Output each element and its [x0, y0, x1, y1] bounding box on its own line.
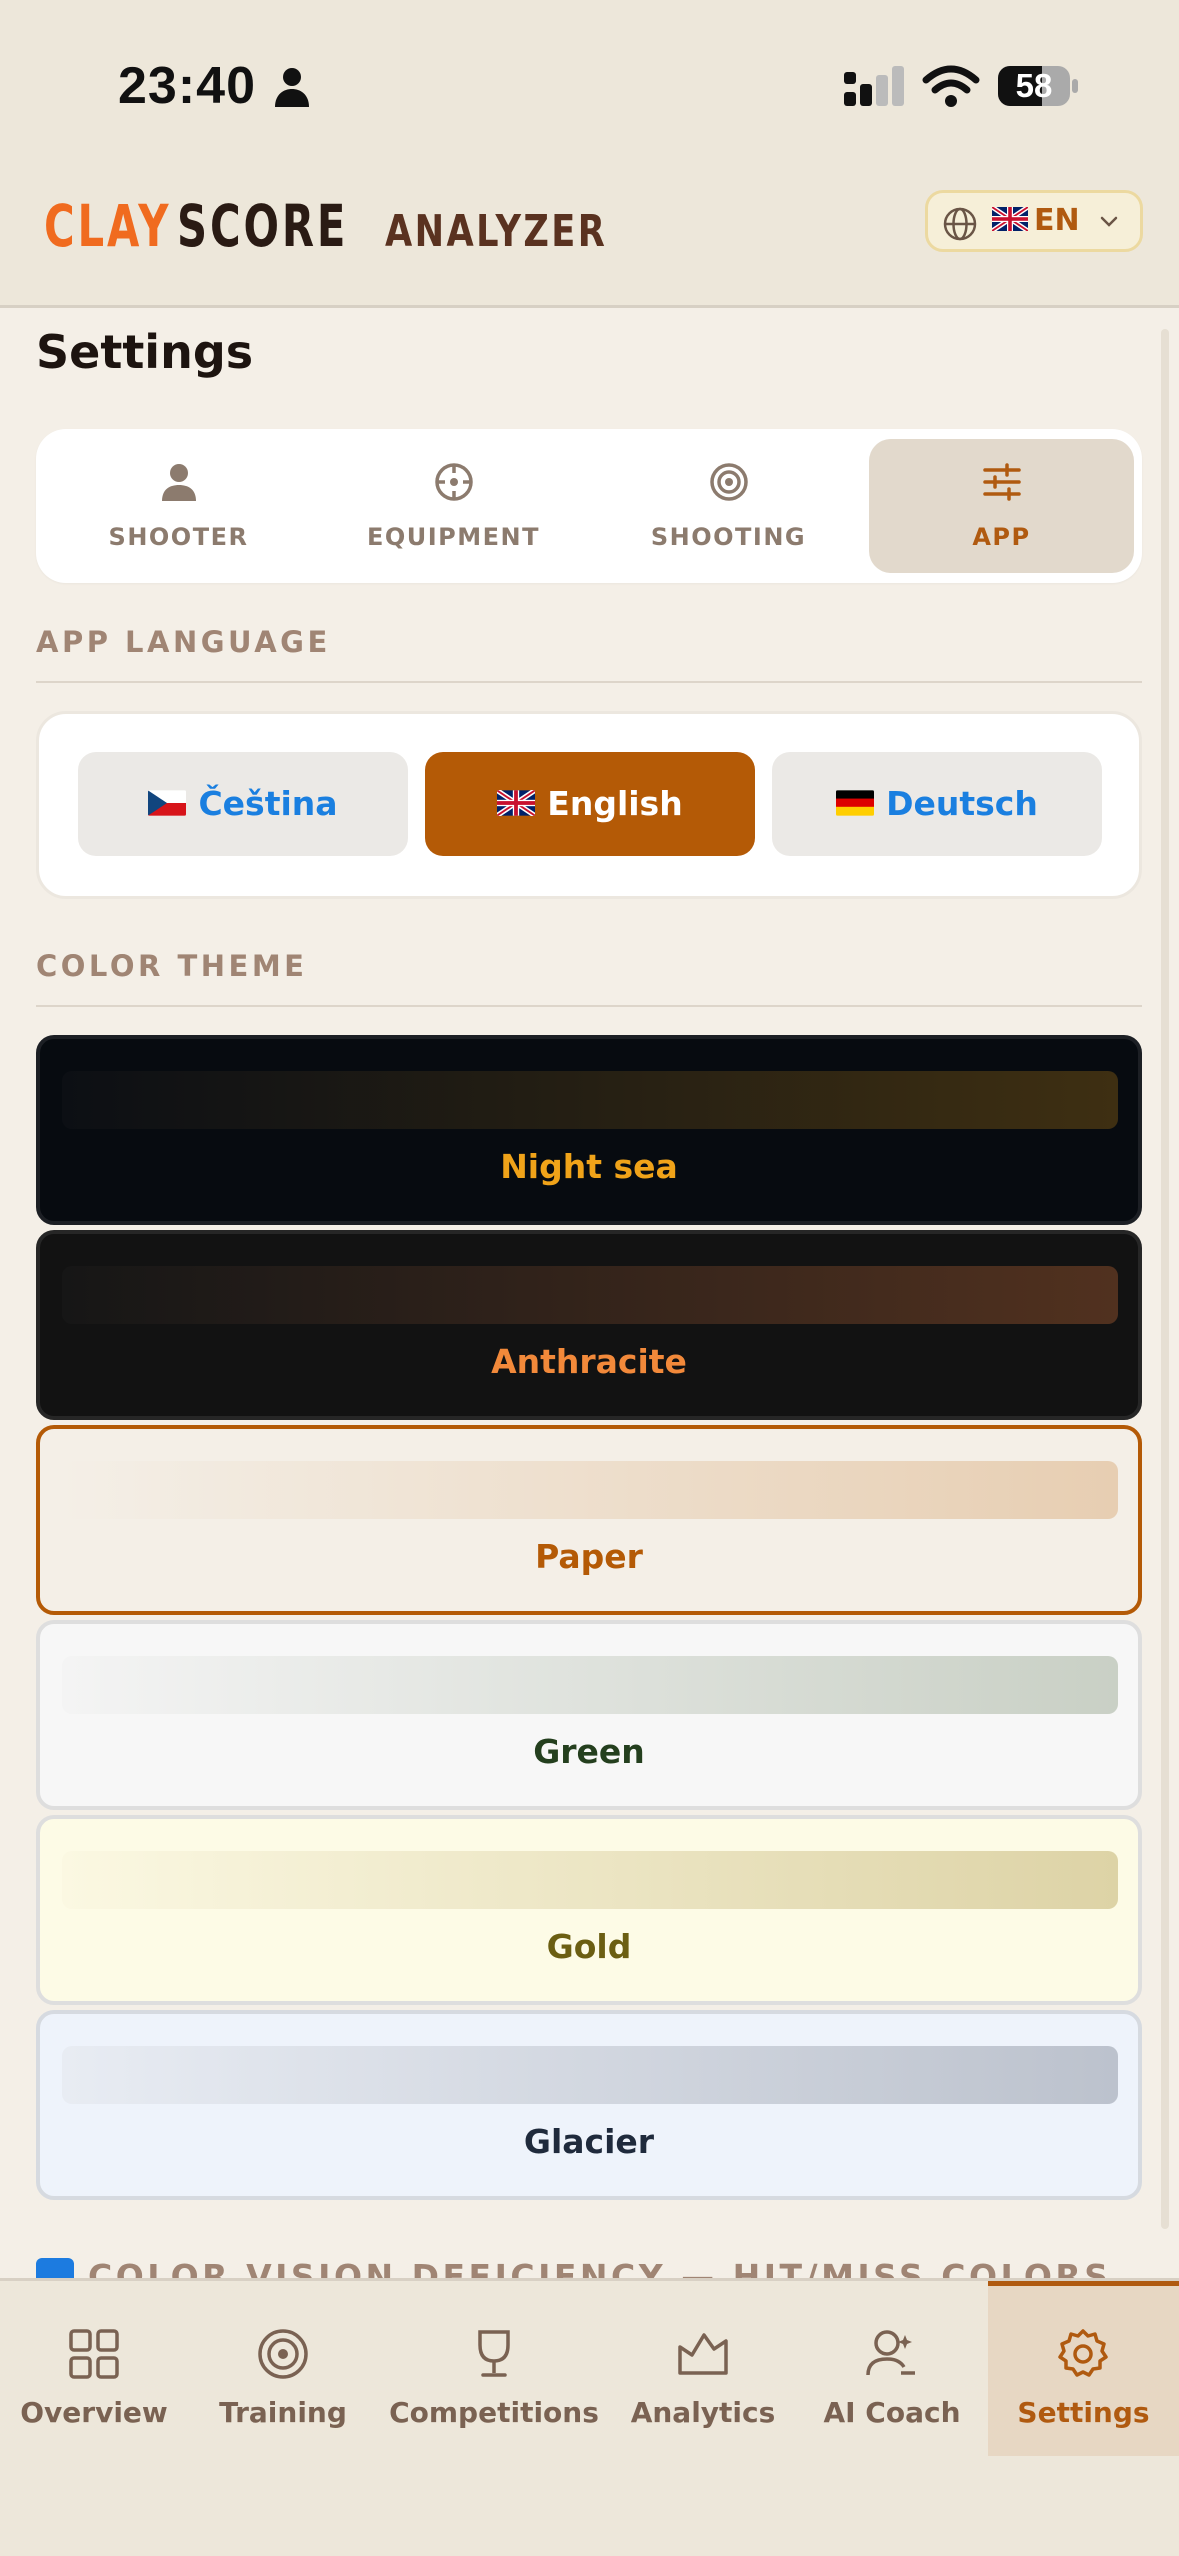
logo-clay: CLAY — [44, 192, 172, 260]
cellular-signal-icon — [844, 66, 904, 106]
app-language-heading: APP LANGUAGE — [36, 625, 1142, 683]
tab-label: APP — [972, 523, 1031, 551]
app-logo: CLAYSCORE ANALYZER — [44, 186, 663, 266]
target-icon — [710, 463, 748, 501]
app-header: CLAYSCORE ANALYZER EN — [0, 160, 1179, 308]
status-time: 23:40 — [118, 57, 256, 115]
nav-overview[interactable]: Overview — [0, 2281, 188, 2456]
theme-swatch — [62, 2046, 1118, 2104]
page-title: Settings — [36, 325, 254, 379]
tab-app[interactable]: APP — [869, 439, 1134, 573]
uk-flag-icon — [990, 204, 1030, 233]
theme-option-green[interactable]: Green — [36, 1620, 1142, 1810]
nav-label: Settings — [1017, 2396, 1150, 2429]
logo-score: SCORE — [176, 192, 349, 260]
nav-label: AI Coach — [823, 2396, 961, 2429]
theme-swatch — [62, 1656, 1118, 1714]
language-option-label: Deutsch — [886, 784, 1038, 823]
person-icon — [275, 68, 309, 107]
color-vision-heading-text: COLOR VISION DEFICIENCY — HIT/MISS COLOR… — [88, 2257, 1112, 2278]
nav-settings[interactable]: Settings — [988, 2281, 1179, 2456]
language-option-czech[interactable]: Čeština — [78, 752, 408, 856]
nav-label: Training — [219, 2396, 347, 2429]
app-root: 23:40 58 CLAYSCORE ANALYZER EN Settings … — [0, 0, 1179, 2556]
crosshair-icon — [435, 463, 473, 501]
language-option-label: English — [547, 784, 683, 823]
theme-swatch — [62, 1461, 1118, 1519]
scrollbar[interactable] — [1161, 329, 1169, 2229]
theme-option-gold[interactable]: Gold — [36, 1815, 1142, 2005]
language-option-german[interactable]: Deutsch — [772, 752, 1102, 856]
chart-icon — [678, 2333, 728, 2375]
language-picker-label: EN — [990, 193, 1080, 249]
tab-label: SHOOTER — [108, 523, 249, 551]
person-icon — [162, 464, 196, 501]
sliders-icon — [983, 463, 1021, 501]
settings-tabs: SHOOTER EQUIPMENT SHOOTING APP — [36, 429, 1142, 583]
target-icon — [258, 2329, 308, 2379]
color-theme-heading: COLOR THEME — [36, 949, 1142, 1007]
theme-name: Glacier — [523, 2122, 655, 2161]
language-option-label: Čeština — [198, 784, 338, 823]
cz-flag-icon — [148, 789, 187, 816]
language-option-english[interactable]: English — [425, 752, 755, 856]
theme-name: Night sea — [500, 1147, 678, 1186]
theme-option-night-sea[interactable]: Night sea — [36, 1035, 1142, 1225]
tab-equipment[interactable]: EQUIPMENT — [321, 439, 586, 573]
language-selector: Čeština English Deutsch — [36, 711, 1142, 899]
uk-flag-icon — [497, 789, 536, 816]
grid-icon — [69, 2329, 119, 2379]
theme-option-paper[interactable]: Paper — [36, 1425, 1142, 1615]
theme-swatch — [62, 1266, 1118, 1324]
de-flag-icon — [836, 789, 875, 816]
nav-training[interactable]: Training — [188, 2281, 378, 2456]
theme-option-glacier[interactable]: Glacier — [36, 2010, 1142, 2200]
bottom-navigation: Overview Training Competitions Analytics — [0, 2278, 1179, 2556]
nav-competitions[interactable]: Competitions — [378, 2281, 610, 2456]
theme-name: Anthracite — [491, 1342, 687, 1381]
logo-analyzer: ANALYZER — [384, 206, 608, 257]
tab-shooter[interactable]: SHOOTER — [46, 439, 311, 573]
theme-name: Gold — [546, 1927, 632, 1966]
gear-icon — [1058, 2329, 1108, 2377]
wifi-icon — [922, 65, 980, 107]
nav-ai-coach[interactable]: AI Coach — [796, 2281, 988, 2456]
language-code: EN — [1034, 203, 1080, 238]
coach-icon — [866, 2330, 915, 2376]
status-bar: 23:40 58 — [0, 0, 1179, 160]
language-picker-button[interactable]: EN — [925, 190, 1143, 252]
globe-icon — [943, 207, 977, 241]
nav-analytics[interactable]: Analytics — [610, 2281, 796, 2456]
theme-name: Paper — [535, 1537, 643, 1576]
tab-label: SHOOTING — [650, 523, 807, 551]
settings-content: Settings SHOOTER EQUIPMENT SHOOTING APP … — [0, 311, 1179, 2278]
theme-swatch — [62, 1851, 1118, 1909]
nav-label: Analytics — [630, 2396, 776, 2429]
chevron-down-icon — [1100, 216, 1118, 227]
theme-option-anthracite[interactable]: Anthracite — [36, 1230, 1142, 1420]
theme-swatch — [62, 1071, 1118, 1129]
battery-level: 58 — [1015, 67, 1053, 104]
tab-shooting[interactable]: SHOOTING — [596, 439, 861, 573]
nav-label: Competitions — [389, 2396, 599, 2429]
theme-name: Green — [533, 1732, 645, 1771]
color-vision-heading: COLOR VISION DEFICIENCY — HIT/MISS COLOR… — [36, 2257, 1112, 2278]
accessibility-icon — [36, 2257, 74, 2278]
tab-label: EQUIPMENT — [366, 523, 541, 551]
trophy-icon — [478, 2330, 510, 2377]
nav-label: Overview — [20, 2396, 168, 2429]
